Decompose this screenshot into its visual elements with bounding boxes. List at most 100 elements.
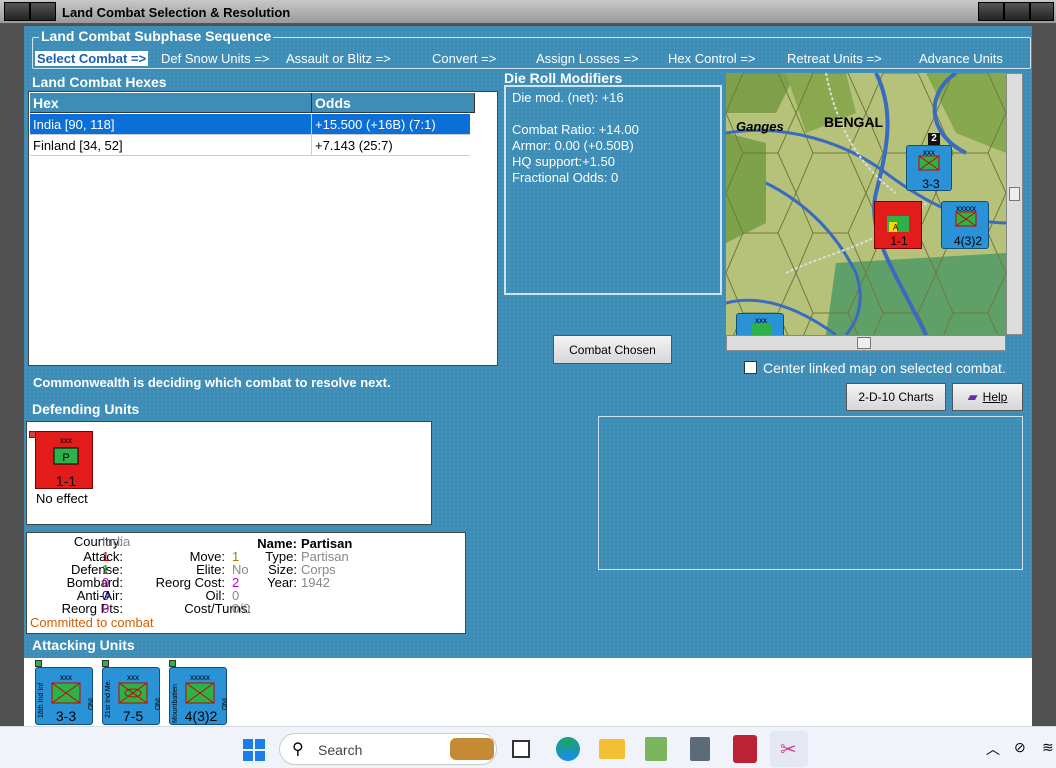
notepad-icon[interactable] xyxy=(645,737,667,761)
windows-start-icon[interactable] xyxy=(243,739,265,761)
book-icon: ▰ xyxy=(967,389,978,404)
attacking-unit-counter[interactable]: xxx 7-5 IND 21st Ind Me. xyxy=(102,667,160,725)
unit-symbol-icon: A 1-1 xyxy=(887,216,909,248)
unit-flag-icon xyxy=(102,660,109,667)
die-roll-heading: Die Roll Modifiers xyxy=(504,70,623,86)
snipping-tool-icon[interactable]: ✂ xyxy=(770,731,808,767)
combat-ratio: Combat Ratio: +14.00 xyxy=(512,122,639,137)
subphase-sequence-legend: Land Combat Subphase Sequence xyxy=(39,28,274,44)
table-row[interactable]: Finland [34, 52] +7.143 (25:7) xyxy=(30,135,475,156)
hex-cell: India [90, 118] xyxy=(30,114,312,134)
column-odds[interactable]: Odds xyxy=(312,93,475,112)
hexes-heading: Land Combat Hexes xyxy=(32,74,167,90)
table-row[interactable]: India [90, 118] +15.500 (+16B) (7:1) xyxy=(30,114,475,135)
unit-combat: 1-1 xyxy=(56,473,76,489)
unit-size: xxx xyxy=(755,316,767,325)
unit-combat: 4(3)2 xyxy=(185,708,218,724)
unit-combat: 4(3)2 xyxy=(954,234,982,248)
defending-unit-counter[interactable]: xxx P 1-1 xyxy=(35,431,93,489)
seq-select-combat[interactable]: Select Combat => xyxy=(35,51,149,66)
defending-result: No effect xyxy=(36,491,88,506)
hex-cell: Finland [34, 52] xyxy=(30,135,312,155)
committed-status: Committed to combat xyxy=(30,615,154,630)
wifi-icon[interactable]: ≋ xyxy=(1042,739,1054,756)
taskbar-search[interactable]: ⚲ Search xyxy=(279,733,497,765)
year-label: Year: xyxy=(267,575,297,590)
odds-cell: +7.143 (25:7) xyxy=(312,135,475,155)
unit-symbol-icon: xxxxx 4(3)2 IND Mountbatten xyxy=(172,673,227,724)
unit-name: Mountbatten xyxy=(172,684,179,723)
hexes-table-header: Hex Odds xyxy=(30,93,475,113)
charts-button[interactable]: 2-D-10 Charts xyxy=(846,383,946,411)
status-message: Commonwealth is deciding which combat to… xyxy=(33,375,391,390)
seq-assault-or-blitz[interactable]: Assault or Blitz => xyxy=(286,51,391,66)
unit-nationality: IND xyxy=(86,698,93,710)
map-vscroll-thumb[interactable] xyxy=(1009,187,1020,201)
map-unit-counter[interactable]: xxx xyxy=(736,313,784,335)
taskbar: ⚲ Search ✂ ︿ ⊘ ≋ xyxy=(0,726,1056,768)
center-map-checkbox[interactable] xyxy=(744,361,757,374)
unit-nationality: IND xyxy=(220,698,227,710)
map-target-unit[interactable]: A 1-1 xyxy=(874,201,922,249)
unit-flag-icon xyxy=(35,660,42,667)
unit-symbol-icon: xxx 7-5 IND 21st Ind Me. xyxy=(105,673,160,724)
reorgpts-value: 0 xyxy=(102,601,110,616)
unit-name: 16th Ind Inf xyxy=(38,683,45,718)
unit-size: xxx xyxy=(60,673,72,682)
unit-size: xxx xyxy=(60,436,72,445)
map-hscroll-thumb[interactable] xyxy=(857,337,871,349)
country-value: India xyxy=(102,534,131,549)
seq-advance-units[interactable]: Advance Units xyxy=(919,51,1003,66)
unit-flag-icon xyxy=(169,660,176,667)
results-panel xyxy=(598,416,1023,570)
chevron-up-icon[interactable]: ︿ xyxy=(986,739,1000,759)
center-map-label: Center linked map on selected combat. xyxy=(763,360,1006,376)
map-vertical-scrollbar[interactable] xyxy=(1006,73,1023,335)
minimize-button[interactable] xyxy=(978,2,1004,21)
attacking-heading: Attacking Units xyxy=(32,637,135,653)
seq-convert[interactable]: Convert => xyxy=(432,51,496,66)
map-horizontal-scrollbar[interactable] xyxy=(726,335,1006,351)
title-bar: Land Combat Selection & Resolution xyxy=(0,0,1056,24)
unit-nationality: IND xyxy=(153,698,160,710)
map-label-ganges: Ganges xyxy=(736,119,784,134)
unit-symbol-icon: xxx P 1-1 xyxy=(53,436,79,489)
column-hex[interactable]: Hex xyxy=(30,93,312,112)
table-filler xyxy=(470,114,496,156)
system-menu-button[interactable] xyxy=(4,2,30,21)
system-menu-button-2[interactable] xyxy=(30,2,56,21)
hq-support: HQ support:+1.50 xyxy=(512,154,615,169)
attacking-unit-counter[interactable]: xxx 3-3 IND 16th Ind Inf xyxy=(35,667,93,725)
map-unit-counter[interactable]: xxx 3-3 xyxy=(906,145,952,191)
network-off-icon[interactable]: ⊘ xyxy=(1014,739,1026,756)
help-label: Help xyxy=(982,390,1008,404)
seq-hex-control[interactable]: Hex Control => xyxy=(668,51,755,66)
maximize-button[interactable] xyxy=(1004,2,1030,21)
unit-combat: 3-3 xyxy=(922,177,940,191)
edge-browser-icon[interactable] xyxy=(556,737,580,761)
unit-size: xxx xyxy=(127,673,139,682)
stack-count: 2 xyxy=(928,133,940,145)
unit-details-panel: Country: India Attack: 1 Defense: 1 Bomb… xyxy=(26,532,466,634)
unit-symbol-icon: xxxxx 4(3)2 xyxy=(954,204,982,248)
search-icon: ⚲ xyxy=(292,741,304,758)
seq-def-snow-units[interactable]: Def Snow Units => xyxy=(161,51,269,66)
map-unit-counter[interactable]: xxxxx 4(3)2 xyxy=(941,201,989,249)
attacking-unit-counter[interactable]: xxxxx 4(3)2 IND Mountbatten xyxy=(169,667,227,725)
close-button[interactable] xyxy=(1030,2,1054,21)
seq-retreat-units[interactable]: Retreat Units => xyxy=(787,51,882,66)
unit-flag-icon xyxy=(29,431,36,438)
seq-assign-losses[interactable]: Assign Losses => xyxy=(536,51,639,66)
year-value: 1942 xyxy=(301,575,330,590)
search-placeholder: Search xyxy=(318,742,363,758)
task-view-icon[interactable] xyxy=(512,740,530,758)
help-button[interactable]: ▰ Help xyxy=(952,383,1023,411)
hex-map[interactable]: Ganges BENGAL xxx 3-3 2 xxxxx 4(3)2 A 1-… xyxy=(726,73,1006,335)
game-app-icon[interactable] xyxy=(733,735,757,763)
combat-chosen-button[interactable]: Combat Chosen xyxy=(553,335,672,364)
map-label-bengal: BENGAL xyxy=(824,114,884,130)
calculator-icon[interactable] xyxy=(690,737,710,761)
file-explorer-icon[interactable] xyxy=(599,739,625,759)
unit-size: xxxxx xyxy=(956,204,976,213)
unit-size: xxxxx xyxy=(190,673,210,682)
